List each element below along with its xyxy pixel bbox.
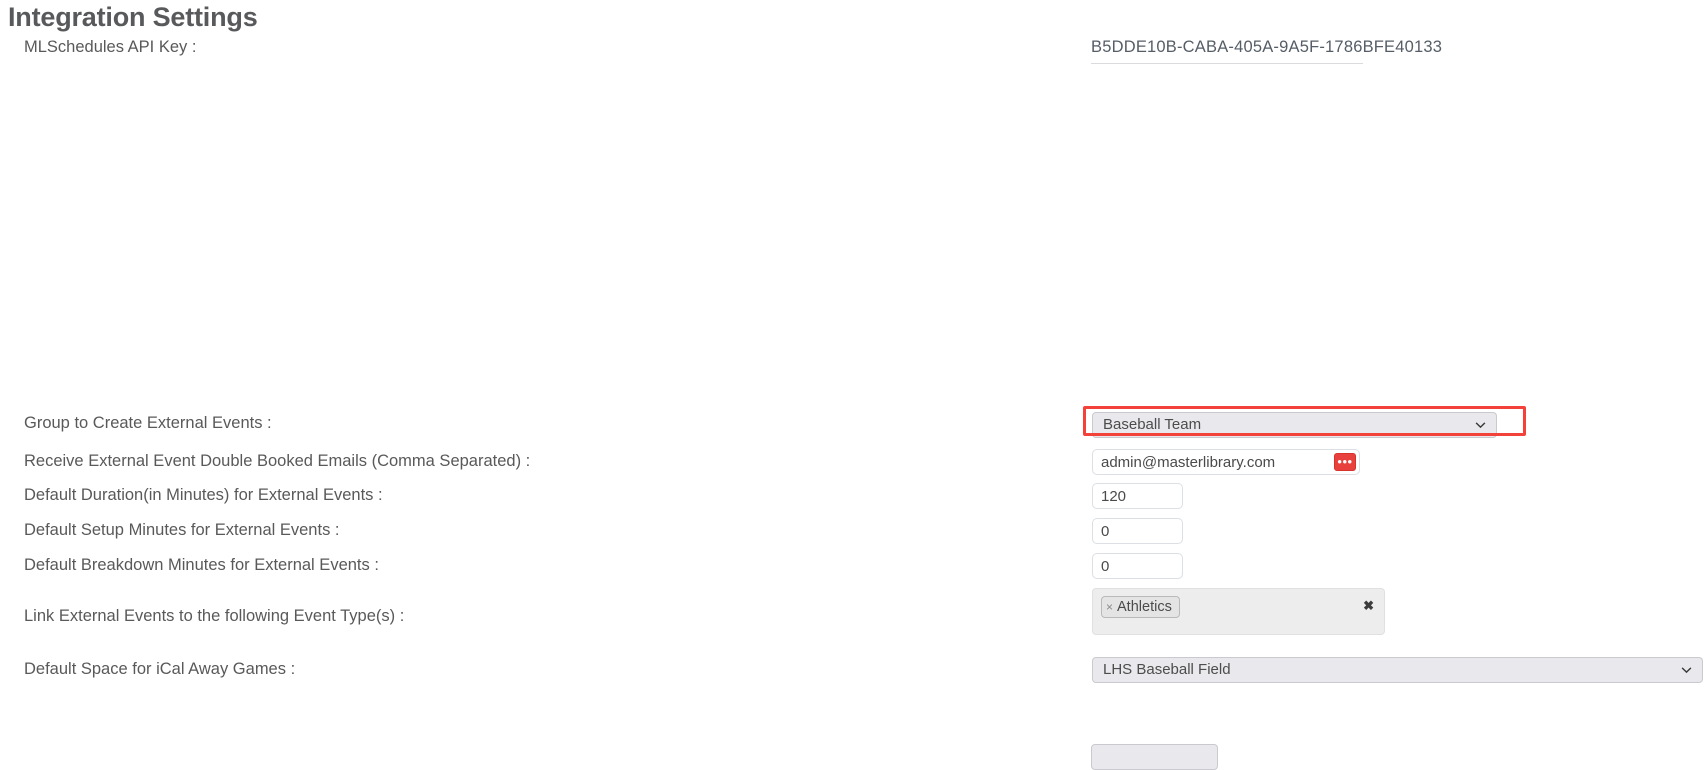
event-types-label: Link External Events to the following Ev… bbox=[24, 607, 405, 625]
double-booked-emails-label: Receive External Event Double Booked Ema… bbox=[24, 452, 531, 470]
group-to-create-select-container[interactable]: Baseball Team bbox=[1092, 412, 1497, 438]
double-booked-emails-input[interactable] bbox=[1092, 449, 1360, 475]
clear-all-icon[interactable]: ✖ bbox=[1363, 597, 1374, 615]
default-duration-field-wrap bbox=[1092, 483, 1183, 509]
default-setup-row: Default Setup Minutes for External Event… bbox=[0, 519, 1707, 551]
default-setup-label: Default Setup Minutes for External Event… bbox=[24, 521, 340, 539]
default-breakdown-field-wrap bbox=[1092, 553, 1183, 579]
default-breakdown-label: Default Breakdown Minutes for External E… bbox=[24, 556, 379, 574]
default-breakdown-row: Default Breakdown Minutes for External E… bbox=[0, 554, 1707, 586]
double-booked-emails-row: Receive External Event Double Booked Ema… bbox=[0, 450, 1707, 482]
default-duration-row: Default Duration(in Minutes) for Externa… bbox=[0, 484, 1707, 516]
double-booked-emails-field-wrap: ••• bbox=[1092, 449, 1360, 475]
event-types-tagbox[interactable]: × Athletics ✖ bbox=[1092, 588, 1385, 635]
tag-item[interactable]: × Athletics bbox=[1101, 596, 1180, 618]
next-field-partial[interactable] bbox=[1091, 744, 1218, 770]
group-to-create-select-wrap: Baseball Team bbox=[1092, 412, 1497, 438]
tag-remove-icon[interactable]: × bbox=[1106, 598, 1113, 616]
api-key-value: B5DDE10B-CABA-405A-9A5F-1786BFE40133 bbox=[1091, 38, 1443, 56]
event-types-field-wrap: × Athletics ✖ bbox=[1092, 588, 1385, 635]
default-space-ical-select[interactable]: LHS Baseball Field bbox=[1092, 657, 1703, 683]
default-breakdown-input[interactable] bbox=[1092, 553, 1183, 579]
api-key-underline bbox=[1091, 63, 1363, 64]
default-setup-field-wrap bbox=[1092, 518, 1183, 544]
default-duration-label: Default Duration(in Minutes) for Externa… bbox=[24, 486, 383, 504]
email-more-options-button[interactable]: ••• bbox=[1334, 453, 1356, 471]
api-key-label: MLSchedules API Key : bbox=[24, 38, 197, 56]
default-setup-input[interactable] bbox=[1092, 518, 1183, 544]
default-space-ical-select-container[interactable]: LHS Baseball Field bbox=[1092, 657, 1703, 683]
group-to-create-label: Group to Create External Events : bbox=[24, 414, 272, 432]
tag-label: Athletics bbox=[1117, 599, 1172, 615]
api-key-value-group: B5DDE10B-CABA-405A-9A5F-1786BFE40133 bbox=[1091, 36, 1501, 64]
group-to-create-select[interactable]: Baseball Team bbox=[1092, 412, 1497, 438]
page-title: Integration Settings bbox=[8, 2, 258, 32]
default-duration-input[interactable] bbox=[1092, 483, 1183, 509]
default-space-ical-select-wrap: LHS Baseball Field bbox=[1092, 657, 1703, 683]
integration-settings-page: Integration Settings MLSchedules API Key… bbox=[0, 0, 1707, 770]
default-space-ical-label: Default Space for iCal Away Games : bbox=[24, 660, 296, 678]
email-input-container: ••• bbox=[1092, 449, 1360, 475]
event-types-row: Link External Events to the following Ev… bbox=[0, 605, 1707, 637]
